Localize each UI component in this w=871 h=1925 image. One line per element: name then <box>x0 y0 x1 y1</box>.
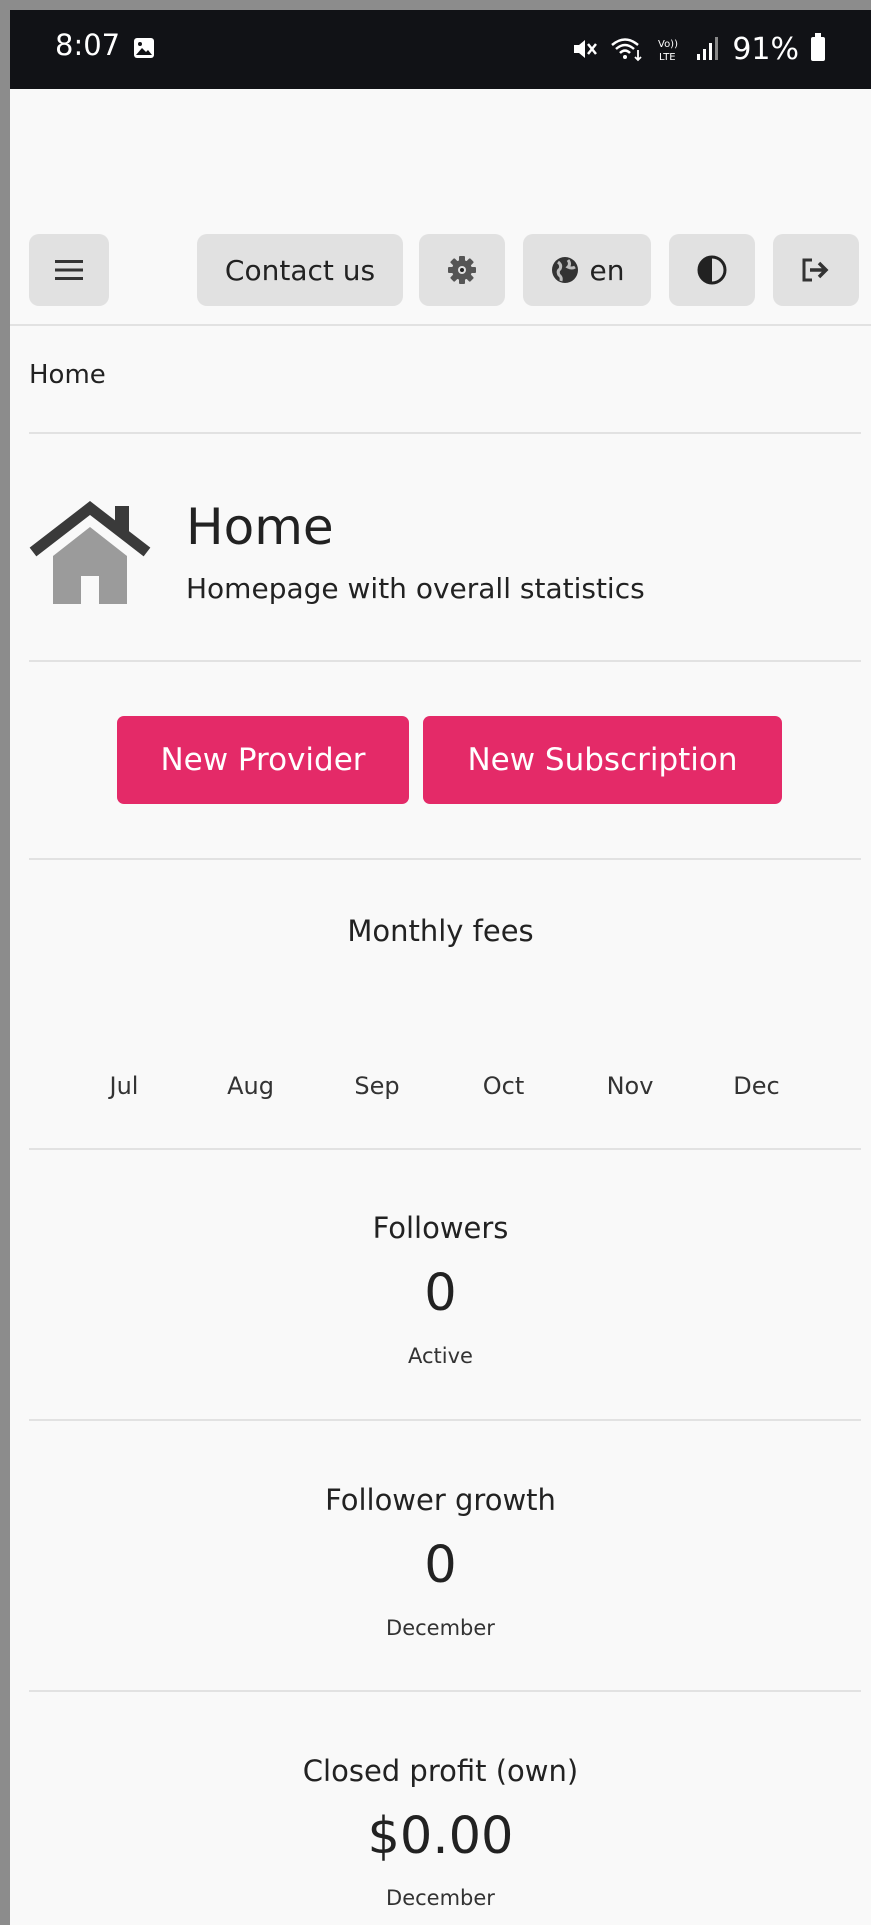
nav-divider <box>10 324 871 326</box>
globe-icon <box>551 257 578 283</box>
new-subscription-button[interactable]: New Subscription <box>423 716 782 804</box>
followers-sub: Active <box>408 1344 473 1368</box>
divider <box>29 1419 861 1421</box>
page-title: Home <box>186 498 334 556</box>
chart-tick-label: Sep <box>354 1072 400 1100</box>
growth-sub: December <box>386 1616 495 1640</box>
profit-title: Closed profit (own) <box>302 1754 579 1788</box>
contact-us-label: Contact us <box>224 253 376 287</box>
menu-button[interactable] <box>29 234 109 306</box>
mute-icon <box>574 40 598 58</box>
chart-tick-label: Aug <box>227 1072 274 1100</box>
chart-tick-label: Jul <box>109 1072 139 1100</box>
logout-button[interactable] <box>773 234 859 306</box>
new-provider-button[interactable]: New Provider <box>117 716 409 804</box>
top-nav: Contact us en <box>10 234 871 306</box>
divider <box>29 432 861 434</box>
divider <box>29 858 861 860</box>
chart-tick-label: Oct <box>482 1072 525 1100</box>
phone-screen: 8:07 Vo)) LTE 91% Contact us en Home Hom… <box>10 10 871 1925</box>
language-label: en <box>589 253 625 287</box>
chart-tick-label: Dec <box>733 1072 780 1100</box>
gear-icon <box>448 256 476 284</box>
status-time: 8:07 <box>55 28 121 62</box>
signal-icon <box>697 37 719 60</box>
profit-sub: December <box>386 1886 495 1910</box>
theme-toggle-button[interactable] <box>669 234 755 306</box>
divider <box>29 660 861 662</box>
profit-value: $0.00 <box>367 1807 514 1866</box>
wifi-icon <box>611 38 642 62</box>
followers-title: Followers <box>372 1211 509 1245</box>
followers-value: 0 <box>424 1264 457 1323</box>
growth-value: 0 <box>424 1536 457 1595</box>
status-icons: Vo)) LTE 91% <box>572 24 825 74</box>
breadcrumb[interactable]: Home <box>29 360 106 390</box>
logout-icon <box>802 258 829 282</box>
menu-icon <box>55 260 83 280</box>
contrast-icon <box>697 255 727 285</box>
house-icon <box>29 501 151 604</box>
chart-tick-label: Nov <box>606 1072 654 1100</box>
divider <box>29 1148 861 1150</box>
contact-us-button[interactable]: Contact us <box>197 234 403 306</box>
status-bar: 8:07 Vo)) LTE 91% <box>10 10 871 89</box>
chart-title: Monthly fees <box>347 914 534 948</box>
growth-title: Follower growth <box>325 1483 556 1517</box>
language-button[interactable]: en <box>523 234 651 306</box>
settings-button[interactable] <box>419 234 505 306</box>
gallery-icon <box>134 38 154 58</box>
page-subtitle: Homepage with overall statistics <box>186 572 645 605</box>
battery-icon <box>811 33 825 61</box>
svg-text:LTE: LTE <box>659 52 676 63</box>
battery-percent: 91% <box>732 31 799 67</box>
volte-icon: Vo)) LTE <box>658 39 678 63</box>
divider <box>29 1690 861 1692</box>
svg-text:Vo)): Vo)) <box>658 39 678 50</box>
